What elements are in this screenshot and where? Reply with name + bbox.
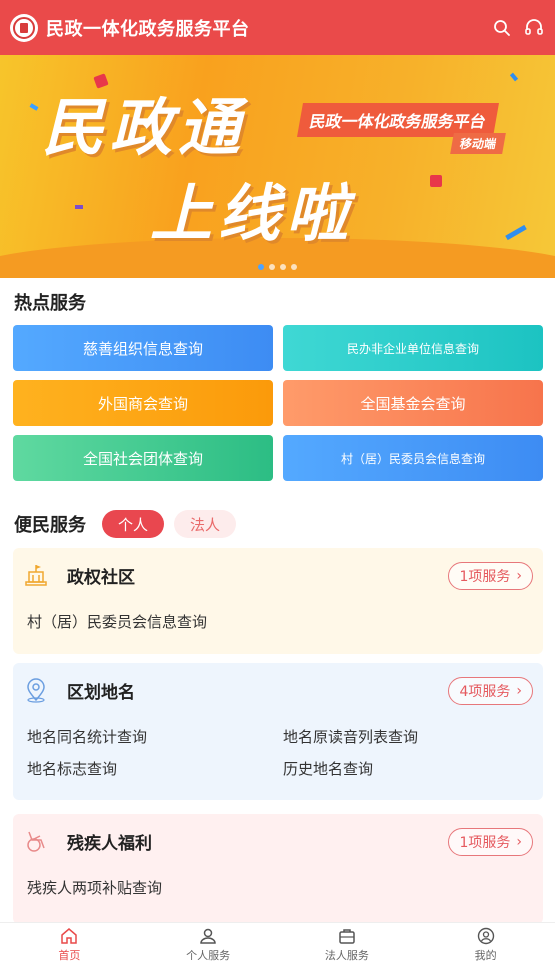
- convenience-header: 便民服务 个人 法人: [14, 510, 246, 538]
- hot-service-button[interactable]: 全国社会团体查询: [13, 435, 273, 481]
- service-count-button[interactable]: 1项服务 ›: [448, 828, 533, 856]
- nav-label: 首页: [58, 949, 81, 962]
- card-title: 政权社区: [67, 567, 135, 588]
- home-icon: [61, 928, 78, 944]
- service-card-community[interactable]: 政权社区 1项服务 › 村（居）民委员会信息查询: [13, 548, 543, 654]
- hot-services-title: 热点服务: [14, 293, 86, 314]
- service-card-disability[interactable]: 残疾人福利 1项服务 › 残疾人两项补贴查询: [13, 814, 543, 924]
- card-service-item[interactable]: 地名原读音列表查询: [283, 726, 418, 747]
- banner-ribbon-sub: 移动端: [450, 133, 506, 154]
- app-title: 民政一体化政务服务平台: [46, 18, 250, 40]
- wheelchair-icon: [23, 828, 49, 854]
- banner-headline-1: 民政通: [42, 91, 247, 164]
- service-card-placenames[interactable]: 区划地名 4项服务 › 地名同名统计查询 地名原读音列表查询 地名标志查询 历史地…: [13, 663, 543, 800]
- hot-service-button[interactable]: 外国商会查询: [13, 380, 273, 426]
- confetti-decoration: [75, 205, 83, 209]
- banner-ribbon: 民政一体化政务服务平台: [297, 103, 500, 137]
- confetti-decoration: [430, 175, 442, 187]
- chevron-right-icon: ›: [516, 568, 522, 584]
- hot-service-button[interactable]: 村（居）民委员会信息查询: [283, 435, 543, 481]
- confetti-decoration: [509, 72, 519, 82]
- carousel-dot[interactable]: [291, 264, 297, 270]
- map-pin-icon: [23, 677, 49, 703]
- person-icon: [200, 928, 216, 944]
- nav-label: 我的: [474, 949, 497, 962]
- hot-services-grid: 慈善组织信息查询 民办非企业单位信息查询 外国商会查询 全国基金会查询 全国社会…: [13, 325, 543, 481]
- emblem-logo-icon: [10, 13, 38, 42]
- service-count-label: 1项服务: [459, 569, 511, 585]
- service-count-label: 1项服务: [459, 835, 511, 851]
- carousel-dot[interactable]: [258, 264, 264, 270]
- chevron-right-icon: ›: [516, 683, 522, 699]
- confetti-decoration: [505, 224, 527, 241]
- card-service-item[interactable]: 残疾人两项补贴查询: [27, 877, 162, 898]
- carousel-indicator: [258, 264, 297, 270]
- nav-home[interactable]: 首页: [0, 923, 139, 967]
- card-title: 区划地名: [67, 682, 135, 703]
- carousel-dot[interactable]: [280, 264, 286, 270]
- card-service-item[interactable]: 村（居）民委员会信息查询: [27, 611, 207, 632]
- headset-icon[interactable]: [523, 17, 545, 39]
- chevron-right-icon: ›: [516, 834, 522, 850]
- service-count-button[interactable]: 4项服务 ›: [448, 677, 533, 705]
- card-service-item[interactable]: 地名标志查询: [27, 758, 117, 779]
- briefcase-icon: [339, 929, 355, 944]
- card-title: 残疾人福利: [67, 833, 152, 854]
- hot-service-button[interactable]: 全国基金会查询: [283, 380, 543, 426]
- nav-mine[interactable]: 我的: [416, 923, 555, 967]
- bottom-navigation: 首页 个人服务 法人服务 我的: [0, 922, 555, 967]
- card-service-item[interactable]: 历史地名查询: [283, 758, 373, 779]
- profile-icon: [477, 927, 494, 945]
- tab-personal[interactable]: 个人: [102, 510, 165, 538]
- carousel-dot[interactable]: [269, 264, 275, 270]
- nav-label: 法人服务: [324, 949, 369, 962]
- nav-label: 个人服务: [186, 949, 231, 962]
- top-app-bar: 民政一体化政务服务平台: [0, 0, 555, 55]
- service-count-button[interactable]: 1项服务 ›: [448, 562, 533, 590]
- service-count-label: 4项服务: [459, 684, 511, 700]
- app-root: 民政一体化政务服务平台 民政通 上线啦 民政一体化政务服务平台 移动端 热点服务…: [0, 0, 555, 967]
- search-icon[interactable]: [491, 17, 513, 39]
- government-building-icon: [23, 562, 49, 588]
- banner-headline-2: 上线啦: [150, 177, 355, 250]
- card-service-item[interactable]: 地名同名统计查询: [27, 726, 147, 747]
- nav-personal-services[interactable]: 个人服务: [139, 923, 278, 967]
- hot-service-button[interactable]: 民办非企业单位信息查询: [283, 325, 543, 371]
- convenience-title: 便民服务: [14, 515, 86, 536]
- tab-legal-person[interactable]: 法人: [174, 510, 237, 538]
- promo-banner[interactable]: 民政通 上线啦 民政一体化政务服务平台 移动端: [0, 55, 555, 278]
- hot-service-button[interactable]: 慈善组织信息查询: [13, 325, 273, 371]
- confetti-decoration: [29, 103, 39, 111]
- nav-legal-services[interactable]: 法人服务: [278, 923, 417, 967]
